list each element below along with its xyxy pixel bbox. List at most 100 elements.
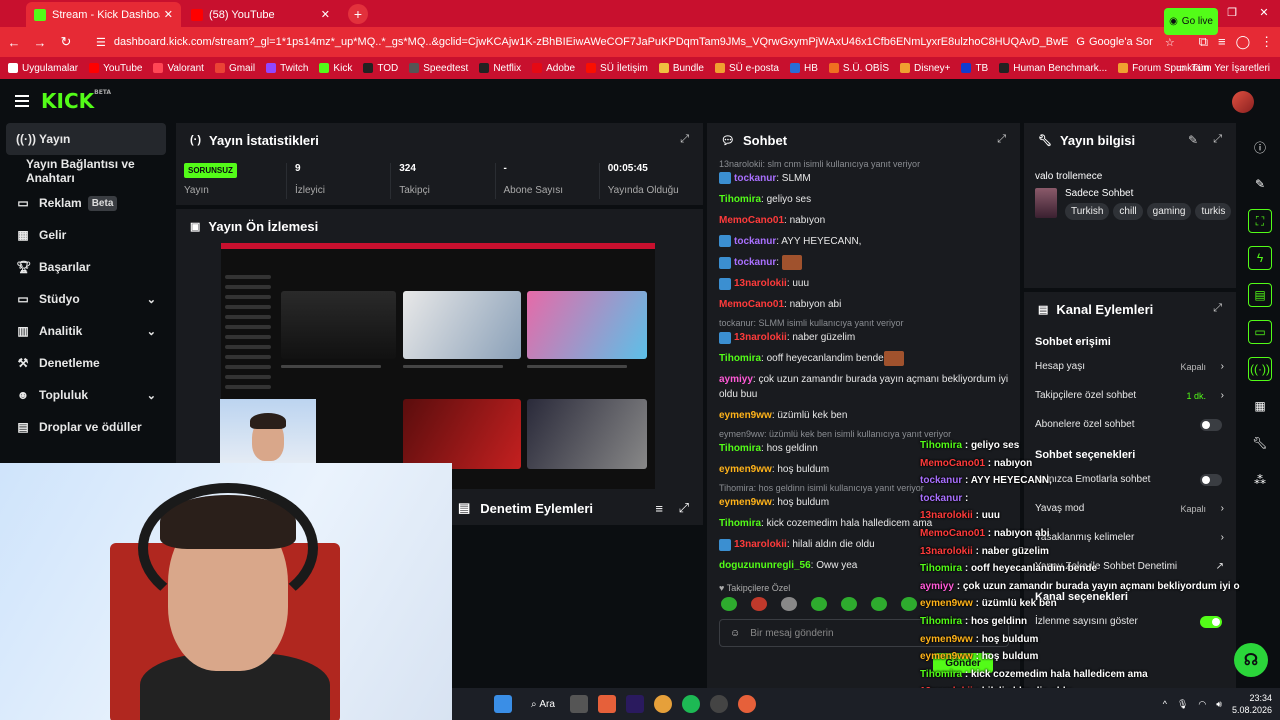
bookmark-item[interactable]: Speedtest: [409, 63, 468, 74]
chat-username[interactable]: eymen9ww: [719, 464, 772, 475]
tag-chip[interactable]: gaming: [1146, 203, 1192, 220]
chat-username[interactable]: MemoCano01: [719, 215, 784, 226]
premiere-icon[interactable]: [625, 695, 644, 713]
site-info-icon[interactable]: ☰: [96, 36, 106, 49]
all-bookmarks[interactable]: ▭ Tüm Yer İşaretleri: [1176, 57, 1270, 79]
info-icon[interactable]: ⓘ: [1248, 135, 1272, 159]
chat-username[interactable]: aymiyy: [719, 374, 753, 385]
go-live-button[interactable]: ◉ Go live: [1164, 8, 1218, 35]
app-icon[interactable]: [597, 695, 616, 713]
chevron-up-icon[interactable]: ^: [1163, 699, 1167, 709]
expand-icon[interactable]: ⤢: [679, 500, 689, 516]
document-icon[interactable]: ▤: [1248, 283, 1272, 307]
bookmark-item[interactable]: Kick: [319, 63, 352, 74]
emote-icon[interactable]: [811, 597, 827, 611]
reload-icon[interactable]: ↻: [54, 34, 78, 50]
chat-username[interactable]: Tihomira: [719, 443, 761, 454]
support-headset-icon[interactable]: ☊: [1234, 643, 1268, 677]
expand-icon[interactable]: ⤢: [1213, 133, 1222, 146]
url-field[interactable]: ☰ dashboard.kick.com/stream?_gl=1*1ps14m…: [88, 30, 1183, 54]
chat-username[interactable]: Tihomira: [719, 194, 761, 205]
hamburger-menu-icon[interactable]: [15, 92, 29, 110]
chat-username[interactable]: doguzununregli_56: [719, 560, 811, 571]
task-view-icon[interactable]: [569, 695, 588, 713]
maximize-icon[interactable]: ❐: [1216, 0, 1248, 27]
tag-chip[interactable]: Turkish: [1065, 203, 1110, 220]
tab-youtube[interactable]: (58) YouTube ✕: [183, 2, 338, 27]
extensions-icon[interactable]: ⧉: [1199, 34, 1208, 50]
bookmark-item[interactable]: HB: [790, 63, 818, 74]
taskbar-search[interactable]: ⌕ Ara: [531, 699, 555, 710]
setting-row[interactable]: Takipçilere özel sohbet 1 dk. ›: [1024, 381, 1236, 410]
bookmark-item[interactable]: TOD: [363, 63, 398, 74]
emote-icon[interactable]: [901, 597, 917, 611]
avatar[interactable]: [1232, 91, 1254, 113]
menu-icon[interactable]: ⋮: [1260, 34, 1273, 50]
sidebar-item-basarilar[interactable]: 🏆︎ Başarılar: [0, 251, 172, 283]
google-lens-button[interactable]: G Google'a Sor: [1076, 36, 1152, 48]
sidebar-item-reklam[interactable]: ▭ Reklam Beta: [0, 187, 172, 219]
chat-username[interactable]: eymen9ww: [719, 410, 772, 421]
filter-icon[interactable]: ≡: [655, 501, 663, 516]
media-icon[interactable]: ≡: [1218, 34, 1226, 50]
toggle-switch[interactable]: [1200, 418, 1222, 431]
app-icon[interactable]: [709, 695, 728, 713]
forward-icon[interactable]: →: [28, 35, 52, 50]
layout-icon[interactable]: ▦: [1248, 394, 1272, 418]
expand-icon[interactable]: ⤢: [1213, 302, 1222, 315]
bookmark-item[interactable]: Human Benchmark...: [999, 63, 1107, 74]
chat-username[interactable]: 13narolokii: [734, 332, 787, 343]
tab-kick-dashboard[interactable]: Stream - Kick Dashboard ✕: [26, 2, 181, 27]
chat-username[interactable]: MemoCano01: [719, 299, 784, 310]
close-tab-icon[interactable]: ✕: [164, 8, 173, 21]
bookmark-item[interactable]: S.Ü. OBİS: [828, 63, 889, 74]
chrome-icon[interactable]: [653, 695, 672, 713]
back-icon[interactable]: ←: [2, 35, 26, 50]
bookmark-item[interactable]: YouTube: [89, 63, 142, 74]
chat-username[interactable]: Tihomira: [719, 518, 761, 529]
close-window-icon[interactable]: ✕: [1248, 0, 1280, 27]
setting-row[interactable]: Hesap yaşı Kapalı ›: [1024, 352, 1236, 381]
kick-logo[interactable]: KICKBETA: [41, 89, 111, 113]
sidebar-item-analitik[interactable]: ▥ Analitik ⌄: [0, 315, 172, 347]
sidebar-item-topluluk[interactable]: ☻ Topluluk ⌄: [0, 379, 172, 411]
bookmark-item[interactable]: SÜ İletişim: [586, 63, 648, 74]
chat-username[interactable]: Tihomira: [719, 353, 761, 364]
mic-icon[interactable]: 🎙︎: [1177, 699, 1188, 710]
bookmark-item[interactable]: Disney+: [900, 63, 950, 74]
spotify-icon[interactable]: [681, 695, 700, 713]
wifi-icon[interactable]: ◠: [1198, 699, 1206, 710]
bookmark-item[interactable]: Gmail: [214, 63, 255, 74]
profile-icon[interactable]: ◯: [1236, 34, 1251, 50]
sidebar-item-yayin[interactable]: ((·)) Yayın: [6, 123, 166, 155]
bookmark-item[interactable]: Twitch: [266, 63, 308, 74]
bookmark-item[interactable]: Netflix: [479, 63, 521, 74]
emoji-icon[interactable]: ☺: [730, 628, 740, 639]
bookmark-item[interactable]: Bundle: [658, 63, 704, 74]
expand-icon[interactable]: ⤢: [680, 133, 689, 146]
sidebar-item-droplar[interactable]: ▤ Droplar ve ödüller: [0, 411, 172, 443]
tag-chip[interactable]: turkis: [1195, 203, 1232, 220]
bookmark-item[interactable]: TB: [961, 63, 988, 74]
capture-icon[interactable]: ⛶: [1248, 209, 1272, 233]
broadcast-icon[interactable]: ((·)): [1248, 357, 1272, 381]
chat-username[interactable]: tockanur: [734, 257, 776, 268]
expand-icon[interactable]: ⤢: [997, 133, 1006, 146]
bookmark-item[interactable]: Valorant: [153, 63, 204, 74]
chat-bubble-icon[interactable]: ▭: [1248, 320, 1272, 344]
emote-icon[interactable]: [781, 597, 797, 611]
tag-chip[interactable]: chill: [1113, 203, 1143, 220]
emote-icon[interactable]: [871, 597, 887, 611]
lightning-icon[interactable]: ϟ: [1248, 246, 1272, 270]
pencil-icon[interactable]: ✎: [1248, 172, 1272, 196]
emote-icon[interactable]: [721, 597, 737, 611]
emote-icon[interactable]: [841, 597, 857, 611]
volume-icon[interactable]: 🔊︎: [1216, 699, 1222, 710]
sidebar-item-denetleme[interactable]: ⚒ Denetleme: [0, 347, 172, 379]
wrench-icon[interactable]: 🔧︎: [1248, 431, 1272, 455]
chat-username[interactable]: tockanur: [734, 236, 776, 247]
bookmark-item[interactable]: Uygulamalar: [8, 63, 78, 74]
new-tab-button[interactable]: +: [348, 4, 368, 24]
bookmark-item[interactable]: SÜ e-posta: [714, 63, 779, 74]
bookmark-star-icon[interactable]: ☆: [1165, 36, 1175, 49]
